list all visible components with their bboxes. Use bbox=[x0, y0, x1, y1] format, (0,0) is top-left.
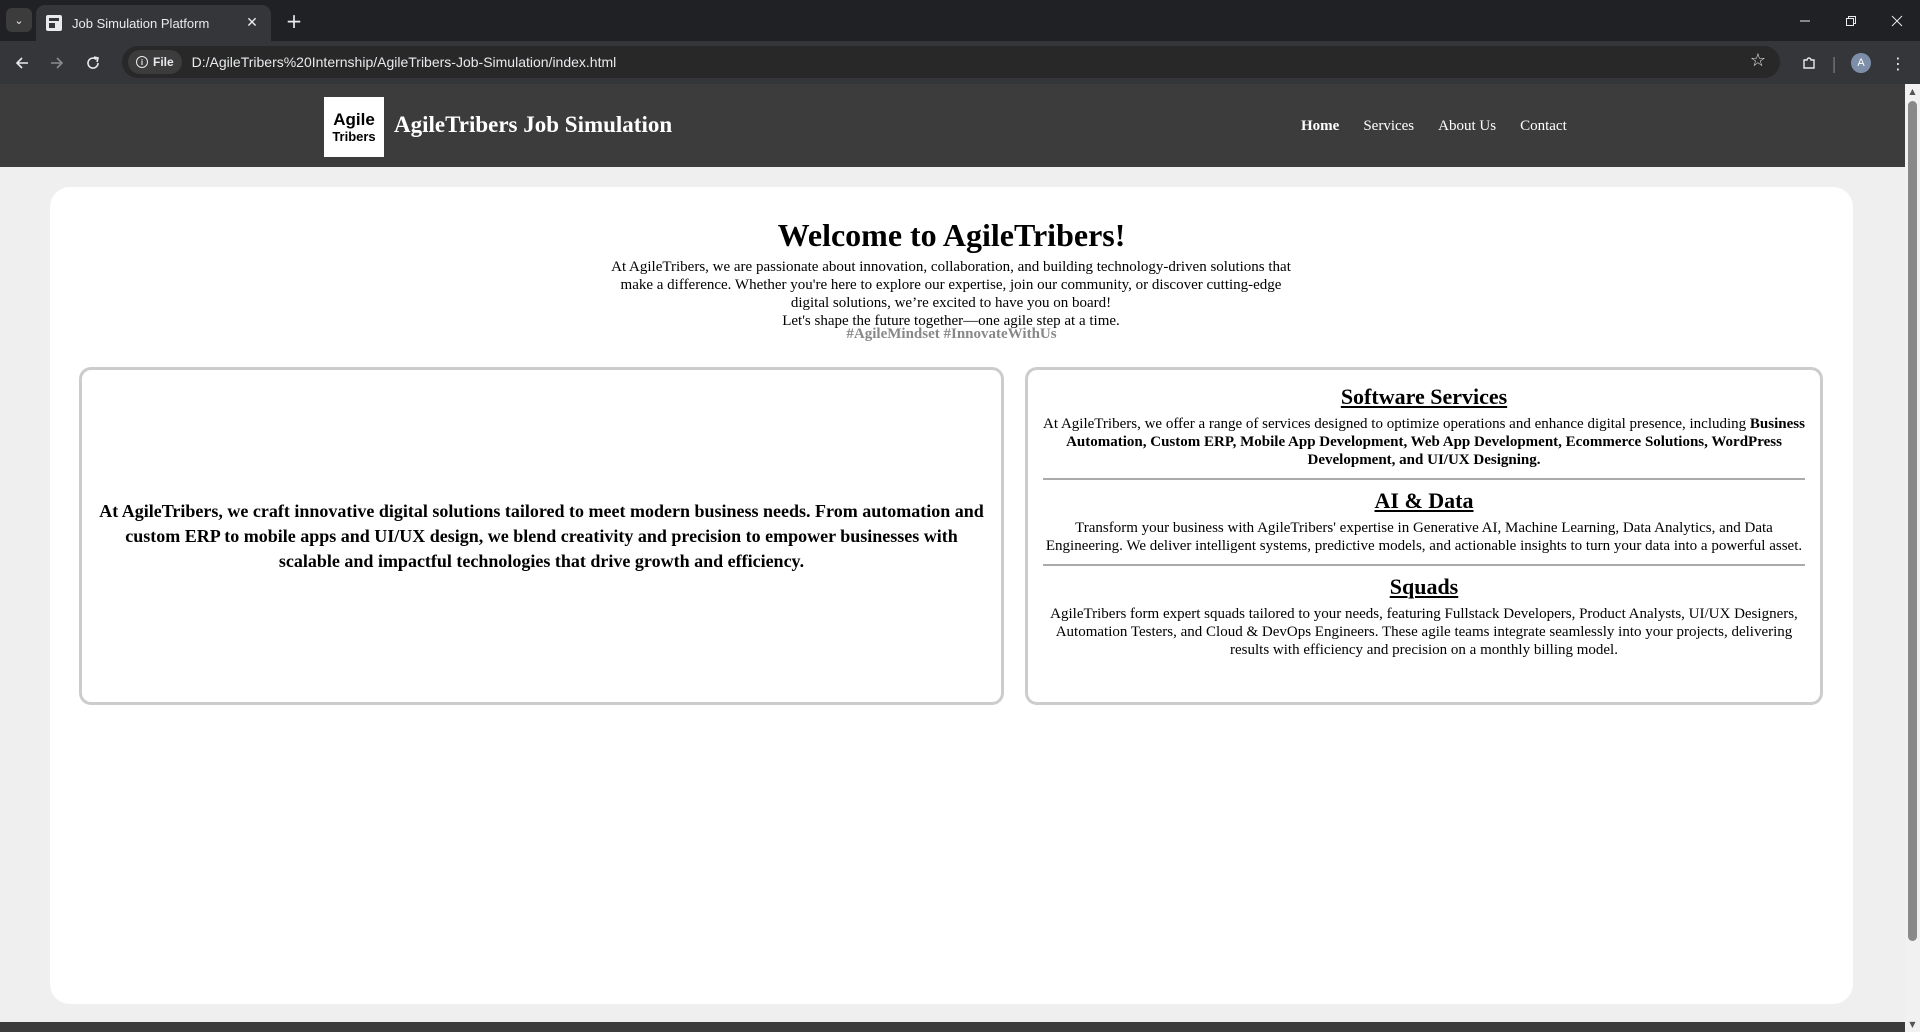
brand-title: AgileTribers Job Simulation bbox=[394, 112, 673, 137]
page-viewport: Agile Tribers AgileTribers Job Simulatio… bbox=[0, 84, 1920, 1032]
info-icon: i bbox=[136, 56, 148, 68]
window-controls bbox=[1782, 0, 1920, 41]
site-info-chip[interactable]: i File bbox=[128, 50, 182, 74]
browser-tab-bar: ⌄ Job Simulation Platform ✕ + bbox=[0, 0, 1920, 41]
nav-link-contact[interactable]: Contact bbox=[1520, 118, 1567, 135]
chip-label: File bbox=[153, 55, 174, 69]
hashtags: #AgileMindset #InnovateWithUs bbox=[846, 326, 1057, 342]
welcome-paragraph: At AgileTribers, we are passionate about… bbox=[611, 259, 1291, 311]
forward-arrow-icon[interactable] bbox=[43, 49, 71, 77]
nav-link-home[interactable]: Home bbox=[1301, 118, 1339, 135]
new-tab-button[interactable]: + bbox=[280, 8, 308, 34]
reload-icon[interactable] bbox=[79, 49, 107, 77]
kebab-menu-icon[interactable]: ⋮ bbox=[1886, 49, 1910, 77]
url-text[interactable]: D:/AgileTribers%20Internship/AgileTriber… bbox=[192, 54, 617, 70]
scroll-up-arrow-icon[interactable]: ▲ bbox=[1905, 84, 1920, 99]
logo-line-1: Agile bbox=[333, 110, 375, 129]
logo-line-2: Tribers bbox=[332, 129, 376, 144]
software-services-title: Software Services bbox=[1340, 384, 1508, 409]
tab-title: Job Simulation Platform bbox=[72, 15, 210, 31]
software-services-text: At AgileTribers, we offer a range of ser… bbox=[1043, 415, 1805, 469]
nav-link-services[interactable]: Services bbox=[1363, 118, 1414, 135]
page-title: Welcome to AgileTribers! bbox=[777, 217, 1126, 253]
ai-data-section: AI & Data Transform your business with A… bbox=[1043, 488, 1805, 555]
restore-icon[interactable] bbox=[1828, 0, 1874, 41]
ai-data-text: Transform your business with AgileTriber… bbox=[1045, 520, 1803, 554]
chevron-down-icon[interactable]: ⌄ bbox=[6, 8, 32, 32]
squads-section: Squads AgileTribers form expert squads t… bbox=[1043, 574, 1805, 659]
main-content-card: Welcome to AgileTribers! At AgileTribers… bbox=[50, 187, 1853, 1004]
puzzle-icon[interactable] bbox=[1795, 49, 1823, 77]
avatar[interactable]: A bbox=[1851, 53, 1871, 73]
browser-toolbar: i File D:/AgileTribers%20Internship/Agil… bbox=[0, 41, 1920, 84]
page-footer-strip bbox=[0, 1022, 1905, 1032]
nav-link-about-us[interactable]: About Us bbox=[1438, 118, 1496, 135]
welcome-text: At AgileTribers, we are passionate about… bbox=[601, 258, 1301, 330]
minimize-icon[interactable] bbox=[1782, 0, 1828, 41]
vertical-scrollbar[interactable]: ▲ ▼ bbox=[1905, 84, 1920, 1032]
squads-title: Squads bbox=[1389, 574, 1459, 599]
address-bar[interactable]: i File D:/AgileTribers%20Internship/Agil… bbox=[122, 46, 1780, 78]
site-logo[interactable]: Agile Tribers bbox=[324, 97, 384, 157]
star-icon[interactable]: ☆ bbox=[1750, 50, 1766, 71]
scrollbar-thumb[interactable] bbox=[1908, 101, 1917, 941]
toolbar-divider: | bbox=[1831, 53, 1837, 73]
software-services-intro: At AgileTribers, we offer a range of ser… bbox=[1043, 416, 1750, 432]
main-nav: Home Services About Us Contact bbox=[1301, 118, 1591, 135]
section-divider bbox=[1043, 478, 1805, 480]
ai-data-title: AI & Data bbox=[1374, 488, 1474, 513]
close-icon[interactable] bbox=[1874, 0, 1920, 41]
intro-box: At AgileTribers, we craft innovative dig… bbox=[79, 367, 1004, 705]
browser-tab[interactable]: Job Simulation Platform ✕ bbox=[36, 5, 271, 41]
back-arrow-icon[interactable] bbox=[8, 49, 36, 77]
services-box: Software Services At AgileTribers, we of… bbox=[1025, 367, 1823, 705]
page-favicon-icon bbox=[46, 15, 62, 31]
close-tab-icon[interactable]: ✕ bbox=[243, 15, 261, 31]
scroll-down-arrow-icon[interactable]: ▼ bbox=[1905, 1017, 1920, 1032]
site-header: Agile Tribers AgileTribers Job Simulatio… bbox=[0, 84, 1905, 167]
software-services-section: Software Services At AgileTribers, we of… bbox=[1043, 384, 1805, 469]
intro-text: At AgileTribers, we craft innovative dig… bbox=[99, 500, 984, 571]
section-divider bbox=[1043, 564, 1805, 566]
squads-text: AgileTribers form expert squads tailored… bbox=[1050, 606, 1798, 658]
